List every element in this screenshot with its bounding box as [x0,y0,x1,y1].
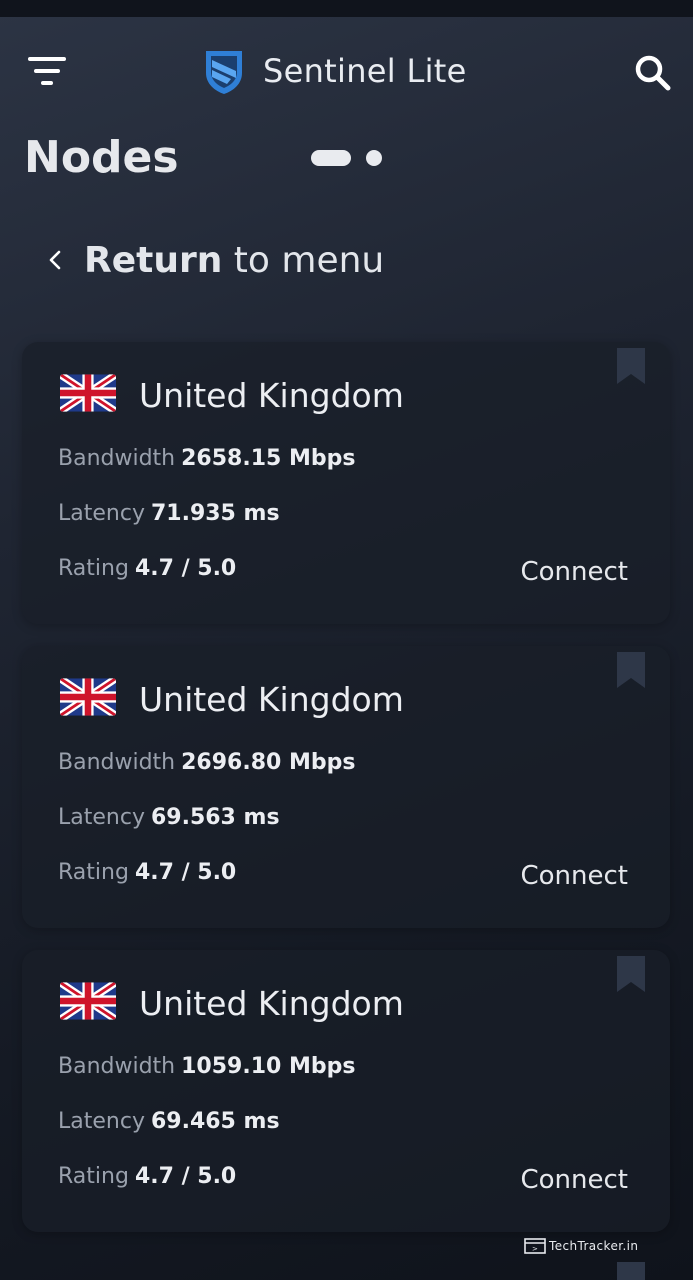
svg-text:>: > [532,1245,538,1253]
status-bar [0,0,693,17]
latency-value: 69.465 ms [150,1109,280,1134]
return-to-menu-link[interactable]: Return to menu [40,236,384,284]
uk-flag-icon [60,678,116,716]
bandwidth-label: Bandwidth [58,750,176,775]
latency-value: 71.935 ms [150,501,280,526]
bandwidth-label: Bandwidth [58,446,176,471]
browser-window-icon: > [524,1238,546,1254]
return-strong-text: Return [84,239,223,281]
node-country: United Kingdom [139,376,404,415]
uk-flag-icon [60,374,116,412]
page-indicator [311,149,382,167]
app-header: Sentinel Lite [0,17,693,127]
latency-stat: Latency 69.563 ms [58,805,280,830]
latency-value: 69.563 ms [150,805,280,830]
page-title: Nodes [24,132,179,183]
node-country: United Kingdom [139,984,404,1023]
bandwidth-value: 2696.80 Mbps [181,750,356,775]
page-indicator-dot[interactable] [366,150,382,166]
filter-menu-icon[interactable] [26,55,68,87]
rating-label: Rating [58,1164,129,1189]
shield-logo-icon [206,51,242,94]
uk-flag-icon [60,982,116,1020]
node-card: United Kingdom Bandwidth 2658.15 Mbps Lat… [22,342,670,624]
rating-value: 4.7 / 5.0 [134,1164,237,1189]
bookmark-icon[interactable] [617,956,645,992]
latency-stat: Latency 69.465 ms [58,1109,280,1134]
node-card: United Kingdom Bandwidth 2696.80 Mbps Lat… [22,646,670,928]
return-to-menu-label: Return to menu [84,240,384,281]
bandwidth-value: 1059.10 Mbps [181,1054,356,1079]
bandwidth-stat: Bandwidth 2696.80 Mbps [58,750,355,775]
brand: Sentinel Lite [203,47,467,95]
rating-stat: Rating 4.7 / 5.0 [58,556,236,581]
rating-stat: Rating 4.7 / 5.0 [58,860,236,885]
bookmark-icon[interactable] [617,348,645,384]
latency-label: Latency [58,501,145,526]
rating-value: 4.7 / 5.0 [134,556,237,581]
bandwidth-label: Bandwidth [58,1054,176,1079]
latency-label: Latency [58,1109,145,1134]
rating-label: Rating [58,556,129,581]
node-country: United Kingdom [139,680,404,719]
connect-button[interactable]: Connect [520,557,628,587]
watermark-text: TechTracker.in [549,1239,639,1253]
app-title: Sentinel Lite [263,52,467,90]
connect-button[interactable]: Connect [520,861,628,891]
rating-stat: Rating 4.7 / 5.0 [58,1164,236,1189]
rating-label: Rating [58,860,129,885]
bandwidth-stat: Bandwidth 2658.15 Mbps [58,446,355,471]
bandwidth-stat: Bandwidth 1059.10 Mbps [58,1054,355,1079]
search-icon[interactable] [634,54,672,92]
chevron-left-icon [49,250,61,270]
return-rest-text: to menu [222,239,385,281]
bandwidth-value: 2658.15 Mbps [181,446,356,471]
latency-label: Latency [58,805,145,830]
latency-stat: Latency 71.935 ms [58,501,280,526]
rating-value: 4.7 / 5.0 [134,860,237,885]
connect-button[interactable]: Connect [520,1165,628,1195]
bookmark-icon[interactable] [617,1262,645,1280]
node-card: United Kingdom Bandwidth 1059.10 Mbps Lat… [22,950,670,1232]
watermark: > TechTracker.in [524,1236,638,1256]
bookmark-icon[interactable] [617,652,645,688]
page-indicator-active[interactable] [311,150,351,166]
